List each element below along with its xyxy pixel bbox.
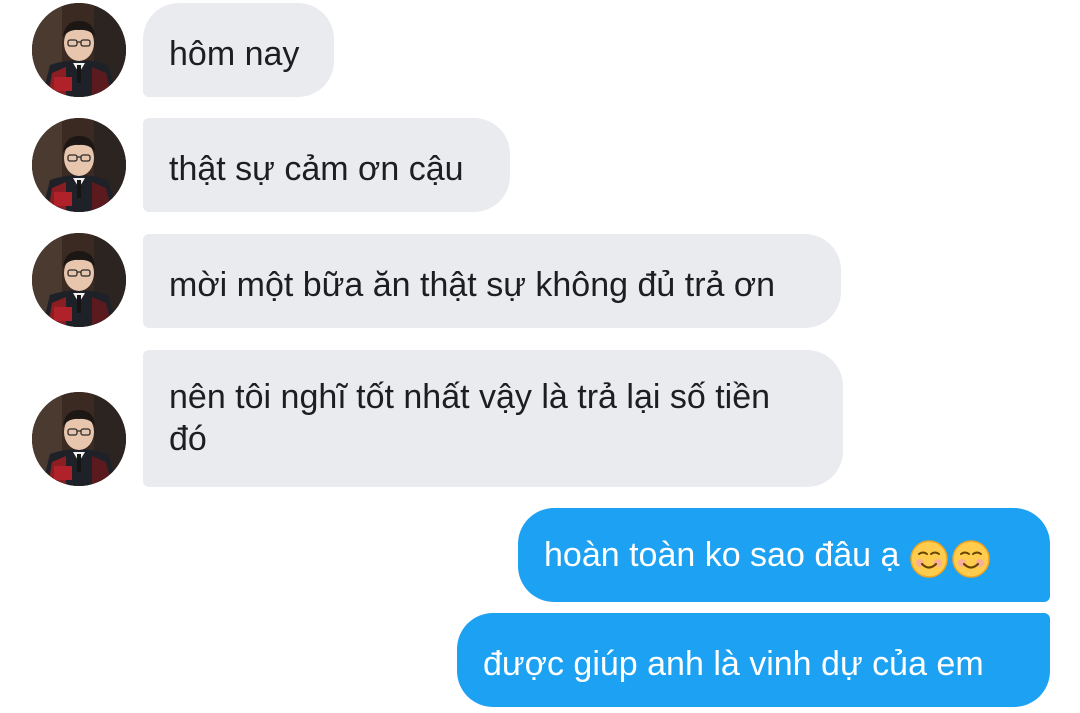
message-text: được giúp anh là vinh dự của em: [483, 645, 984, 683]
message-text: hôm nay: [169, 35, 300, 73]
emoji-group: [907, 536, 991, 579]
message-text: hoàn toàn ko sao đâu ạ: [544, 536, 900, 574]
contact-avatar[interactable]: [32, 392, 126, 486]
avatar-photo-icon: [32, 233, 126, 327]
contact-avatar[interactable]: [32, 118, 126, 212]
message-thread: hôm nay thật sự cảm ơn cậu mời một bữa ă…: [0, 0, 1080, 713]
smiling-face-emoji-icon: [952, 539, 991, 578]
outgoing-message-bubble[interactable]: được giúp anh là vinh dự của em: [457, 613, 1050, 707]
message-text: thật sự cảm ơn cậu: [169, 150, 464, 188]
avatar-photo-icon: [32, 3, 126, 97]
contact-avatar[interactable]: [32, 3, 126, 97]
smiling-face-emoji-icon: [910, 539, 949, 578]
incoming-message-bubble[interactable]: hôm nay: [143, 3, 334, 97]
avatar-photo-icon: [32, 118, 126, 212]
message-text: mời một bữa ăn thật sự không đủ trả ơn: [169, 266, 776, 304]
outgoing-message-bubble[interactable]: hoàn toàn ko sao đâu ạ: [518, 508, 1050, 602]
incoming-message-bubble[interactable]: nên tôi nghĩ tốt nhất vậy là trả lại số …: [143, 350, 843, 487]
avatar-photo-icon: [32, 392, 126, 486]
message-text: nên tôi nghĩ tốt nhất vậy là trả lại số …: [169, 378, 771, 458]
incoming-message-bubble[interactable]: thật sự cảm ơn cậu: [143, 118, 510, 212]
contact-avatar[interactable]: [32, 233, 126, 327]
incoming-message-bubble[interactable]: mời một bữa ăn thật sự không đủ trả ơn: [143, 234, 841, 328]
